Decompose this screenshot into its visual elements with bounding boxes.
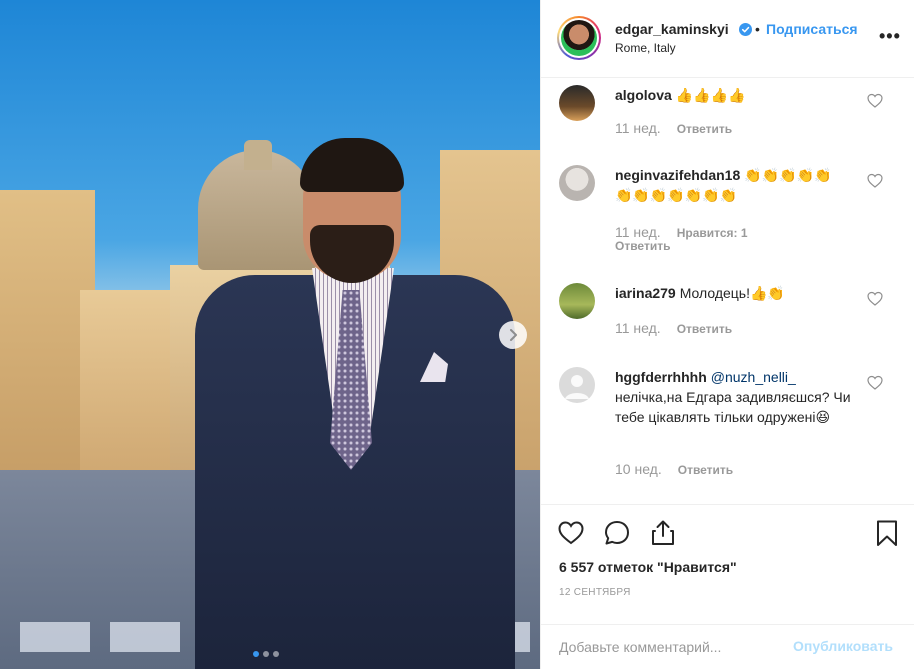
carousel-next-button[interactable] <box>499 321 527 349</box>
likes-count[interactable]: 6 557 отметок "Нравится" <box>559 559 737 575</box>
post-date[interactable]: 12 сентября <box>559 587 631 598</box>
comment-meta: 11 нед. Ответить <box>615 120 732 136</box>
commenter-username[interactable]: hggfderrhhhh <box>615 369 707 385</box>
comment-time[interactable]: 11 нед. <box>615 320 661 336</box>
commenter-avatar[interactable] <box>559 283 595 319</box>
post-location[interactable]: Rome, Italy <box>615 41 676 55</box>
reply-button[interactable]: Ответить <box>615 239 815 253</box>
carousel-dot <box>273 651 279 657</box>
comment-time[interactable]: 10 нед. <box>615 461 662 477</box>
publish-button[interactable]: Опубликовать <box>793 638 893 654</box>
comment-meta: 11 нед. Нравится: 1 Ответить <box>615 224 815 253</box>
heart-icon[interactable] <box>867 375 883 391</box>
commenter-avatar[interactable] <box>559 165 595 201</box>
add-comment-form: Опубликовать <box>541 624 914 669</box>
separator-bullet: • <box>755 21 760 37</box>
comment-text: neginvazifehdan18 👏👏👏👏👏👏👏👏👏👏👏👏 <box>615 167 832 203</box>
author-avatar[interactable] <box>557 16 601 60</box>
photo-crosswalk-stripe <box>20 622 90 652</box>
comment-text: algolova 👍👍👍👍 <box>615 87 746 103</box>
more-icon[interactable]: ••• <box>879 26 901 47</box>
comment-input[interactable] <box>559 634 779 660</box>
heart-icon[interactable] <box>557 519 585 547</box>
comment-text: iarina279 Молодець!👍👏 <box>615 285 785 301</box>
comment-meta: 10 нед. Ответить <box>615 461 733 477</box>
commenter-username[interactable]: algolova <box>615 87 672 103</box>
carousel-indicator <box>253 651 279 657</box>
commenter-avatar[interactable] <box>559 367 595 403</box>
share-icon[interactable] <box>649 519 677 547</box>
bookmark-icon[interactable] <box>873 519 901 547</box>
comment-meta: 11 нед. Ответить <box>615 320 732 336</box>
comment-time[interactable]: 11 нед. <box>615 224 661 240</box>
comments-list[interactable]: algolova 👍👍👍👍 11 нед. Ответить neginvazif… <box>541 79 914 504</box>
default-avatar-icon <box>565 375 589 399</box>
photo-crosswalk-stripe <box>110 622 180 652</box>
heart-icon[interactable] <box>867 173 883 189</box>
post-side-panel: edgar_kaminskyi • Подписаться Rome, Ital… <box>540 0 914 669</box>
post-actions: 6 557 отметок "Нравится" 12 сентября <box>541 504 914 624</box>
post-header: edgar_kaminskyi • Подписаться Rome, Ital… <box>541 0 914 78</box>
photo-dome-lantern <box>244 140 272 170</box>
reply-button[interactable]: Ответить <box>677 122 732 136</box>
comment-text: hggfderrhhhh @nuzh_nelli_ нелічка,на Едгар… <box>615 369 851 425</box>
comment-mention-link[interactable]: @nuzh_nelli_ <box>711 369 796 385</box>
carousel-dot <box>263 651 269 657</box>
commenter-username[interactable]: iarina279 <box>615 285 676 301</box>
commenter-avatar[interactable] <box>559 85 595 121</box>
post-photo[interactable] <box>0 0 540 669</box>
verified-badge-icon <box>739 23 752 36</box>
chevron-right-icon <box>510 329 517 341</box>
carousel-dot <box>253 651 259 657</box>
heart-icon[interactable] <box>867 291 883 307</box>
commenter-username[interactable]: neginvazifehdan18 <box>615 167 740 183</box>
author-username[interactable]: edgar_kaminskyi <box>615 21 729 37</box>
heart-icon[interactable] <box>867 93 883 109</box>
reply-button[interactable]: Ответить <box>678 463 733 477</box>
comment-likes-count[interactable]: Нравится: 1 <box>677 226 748 240</box>
reply-button[interactable]: Ответить <box>677 322 732 336</box>
comment-time[interactable]: 11 нед. <box>615 120 661 136</box>
comment-icon[interactable] <box>603 519 631 547</box>
follow-button[interactable]: Подписаться <box>766 21 858 37</box>
